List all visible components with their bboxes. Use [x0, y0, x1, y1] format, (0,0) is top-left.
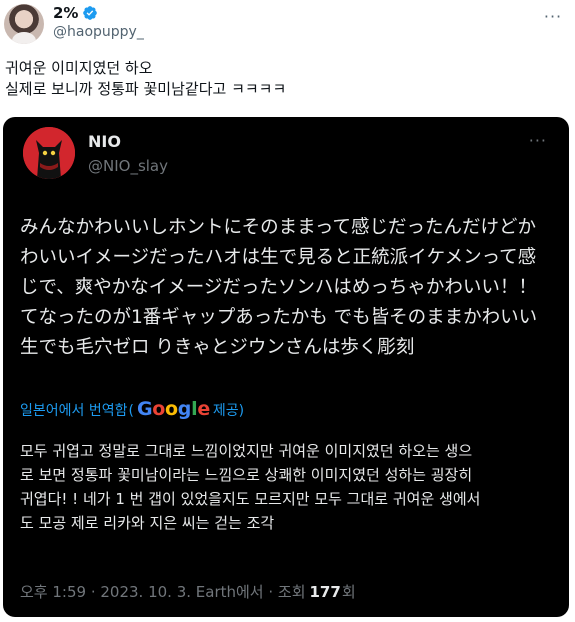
google-logo: Google	[136, 398, 210, 420]
quoted-user-avatar[interactable]	[23, 127, 75, 179]
translated-by-google-link[interactable]: 일본어에서 번역함 ( Google 제공)	[20, 398, 244, 420]
translation-line: 로 보면 정통파 꽃미남이라는 느낌으로 상쾌한 이미지였던 성하는 굉장히	[20, 466, 473, 484]
translation-line: 모두 귀엽고 정말로 그대로 느낌이었지만 귀여운 이미지였던 하오는 생으	[20, 442, 473, 460]
tweet-header: 2% @haopuppy_ ···	[0, 0, 575, 48]
tweet-text-line: 실제로 보니까 정통파 꽃미남같다고 ㅋㅋㅋㅋ	[5, 80, 287, 98]
translated-prefix: 일본어에서 번역함	[20, 403, 128, 419]
views-count: 177	[309, 583, 341, 601]
translation-line: 귀엽다! ! 네가 1 번 갭이 있었을지도 모르지만 모두 그대로 귀여운 생…	[20, 490, 481, 508]
more-options-icon[interactable]: ···	[543, 6, 563, 26]
original-text-line: わいいイメージだったハオは生で見ると正統派イケメンって感	[20, 247, 537, 268]
quoted-display-name[interactable]: NIO	[88, 132, 121, 151]
quoted-timestamp[interactable]: 오후 1:59 · 2023. 10. 3. Earth에서 · 조회	[20, 581, 306, 602]
tweet-text: 귀여운 이미지였던 하오 실제로 보니까 정통파 꽃미남같다고 ㅋㅋㅋㅋ	[5, 58, 565, 100]
quoted-tweet-card[interactable]: NIO @NIO_slay ··· みんなかわいいしホントにそのままって感じだっ…	[3, 117, 569, 617]
original-text-line: じで、爽やかなイメージだったソンハはめっちゃかわいい！！	[20, 277, 537, 298]
original-text-line: みんなかわいいしホントにそのままって感じだったんだけどか	[20, 217, 536, 238]
quoted-meta: 오후 1:59 · 2023. 10. 3. Earth에서 · 조회 177 …	[20, 581, 356, 602]
tweet-text-line: 귀여운 이미지였던 하오	[5, 59, 153, 77]
name-row: 2%	[53, 3, 98, 23]
views-suffix: 회	[341, 583, 356, 601]
display-name[interactable]: 2%	[53, 4, 78, 22]
verified-badge-icon	[83, 6, 98, 20]
black-cat-icon	[23, 127, 75, 179]
quoted-user-handle[interactable]: @NIO_slay	[88, 157, 168, 175]
user-avatar[interactable]	[4, 4, 44, 44]
translated-suffix: 제공)	[212, 403, 245, 419]
quoted-more-options-icon[interactable]: ···	[529, 131, 547, 150]
quoted-translation-text: 모두 귀엽고 정말로 그대로 느낌이었지만 귀여운 이미지였던 하오는 생으 로…	[20, 439, 560, 535]
original-text-line: てなったのが1番ギャップあったかも でも皆そのままかわいい	[20, 307, 538, 328]
user-handle[interactable]: @haopuppy_	[53, 24, 144, 40]
quoted-original-text: みんなかわいいしホントにそのままって感じだったんだけどか わいいイメージだったハ…	[20, 213, 560, 363]
translation-line: 도 모공 제로 리카와 지은 씨는 걷는 조각	[20, 514, 275, 532]
original-text-line: 生でも毛穴ゼロ りきゃとジウンさんは歩く彫刻	[20, 337, 415, 358]
